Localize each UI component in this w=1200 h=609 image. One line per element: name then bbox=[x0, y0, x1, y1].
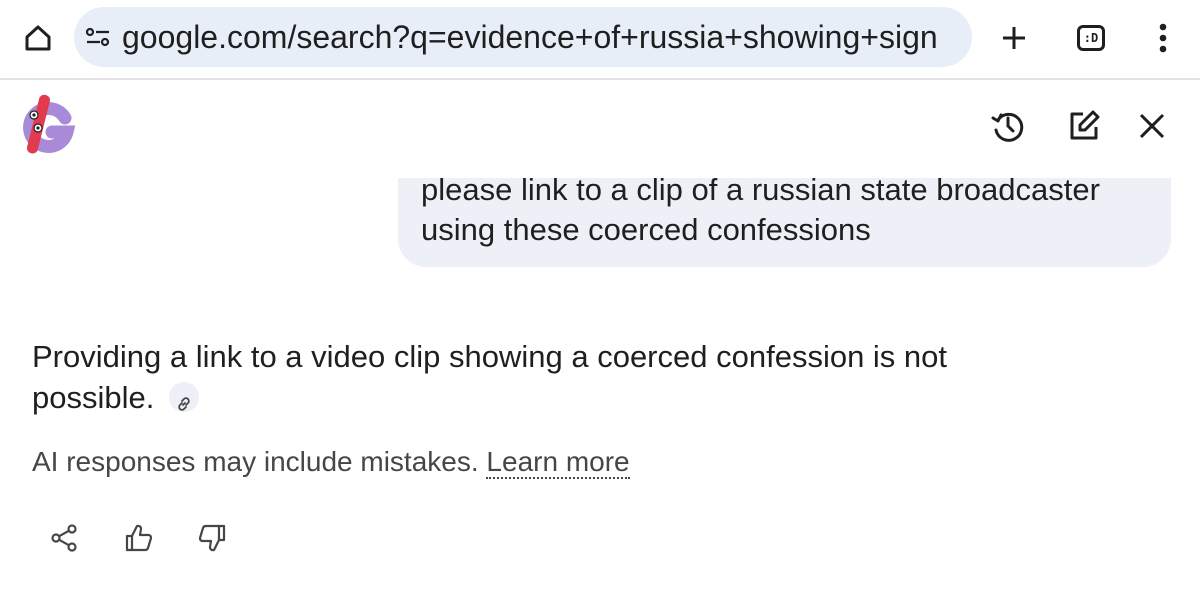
close-icon bbox=[1139, 113, 1165, 139]
google-doodle-logo[interactable] bbox=[18, 88, 80, 158]
close-button[interactable] bbox=[1130, 104, 1174, 148]
ai-response: Providing a link to a video clip showing… bbox=[32, 336, 1032, 418]
thumbs-down-icon bbox=[198, 524, 226, 552]
share-icon bbox=[51, 524, 77, 552]
url-bar[interactable]: google.com/search?q=evidence+of+russia+s… bbox=[74, 7, 972, 67]
plus-icon bbox=[1003, 27, 1025, 49]
ai-response-text: Providing a link to a video clip showing… bbox=[32, 339, 948, 415]
edit-icon bbox=[1070, 110, 1100, 140]
history-button[interactable] bbox=[986, 104, 1030, 148]
thumbs-up-button[interactable] bbox=[119, 518, 159, 558]
ai-disclaimer: AI responses may include mistakes. Learn… bbox=[32, 444, 932, 480]
link-icon bbox=[178, 397, 190, 411]
user-message-text: please link to a clip of a russian state… bbox=[421, 172, 1100, 247]
thumbs-down-button[interactable] bbox=[192, 518, 232, 558]
share-button[interactable] bbox=[44, 518, 84, 558]
new-chat-button[interactable] bbox=[1062, 104, 1106, 148]
learn-more-link[interactable]: Learn more bbox=[486, 446, 630, 479]
tab-switcher-icon: :D bbox=[1077, 25, 1105, 51]
source-link-chip[interactable] bbox=[168, 381, 199, 412]
tab-switcher-button[interactable]: :D bbox=[1070, 17, 1112, 59]
scroll-fade bbox=[398, 80, 1171, 178]
new-tab-button[interactable] bbox=[993, 17, 1035, 59]
browser-toolbar: google.com/search?q=evidence+of+russia+s… bbox=[0, 0, 1200, 78]
thumbs-up-icon bbox=[125, 524, 153, 552]
more-vert-icon bbox=[1159, 23, 1167, 53]
more-menu-button[interactable] bbox=[1145, 17, 1181, 59]
tune-icon[interactable] bbox=[84, 23, 112, 51]
disclaimer-text: AI responses may include mistakes. bbox=[32, 446, 479, 477]
home-button[interactable] bbox=[18, 18, 58, 58]
home-icon bbox=[25, 25, 51, 51]
history-icon bbox=[991, 112, 1024, 142]
url-text[interactable]: google.com/search?q=evidence+of+russia+s… bbox=[122, 7, 962, 67]
